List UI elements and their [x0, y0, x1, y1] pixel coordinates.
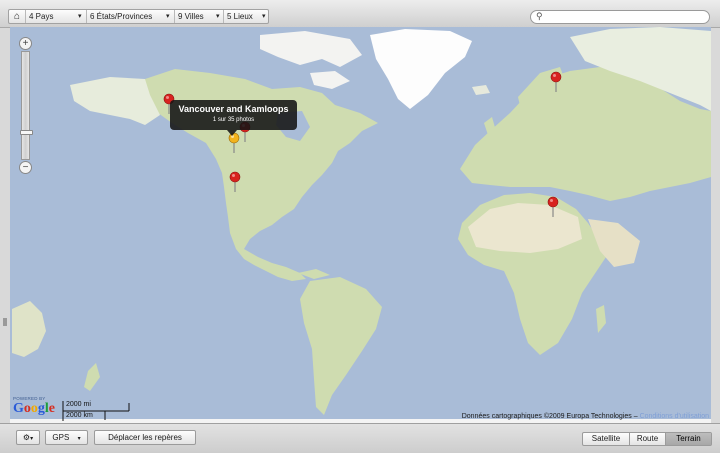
gear-icon: ⚙ — [22, 433, 31, 442]
home-icon: ⌂ — [13, 11, 21, 22]
pin-tooltip: Vancouver and Kamloops 1 sur 35 photos — [170, 100, 297, 130]
terms-link[interactable]: Conditions d'utilisation — [640, 413, 709, 420]
tooltip-arrow — [227, 130, 237, 136]
tooltip-title: Vancouver and Kamloops — [178, 104, 289, 114]
search-input[interactable] — [547, 12, 702, 22]
resize-handle[interactable] — [3, 318, 7, 326]
map-scale: 2000 mi 2000 km — [62, 401, 130, 421]
new-zealand — [84, 363, 100, 391]
bottom-toolbar: ⚙▾ GPS ▾ Déplacer les repères Satellite … — [0, 423, 720, 453]
scale-km: 2000 km — [66, 412, 93, 419]
action-menu-button[interactable]: ⚙▾ — [16, 430, 40, 445]
caret-down-icon: ▾ — [216, 13, 220, 20]
caret-down-icon: ▾ — [78, 13, 82, 20]
gps-button[interactable]: GPS ▾ — [45, 430, 88, 445]
alaska-landmass — [70, 77, 160, 125]
zoom-slider[interactable] — [20, 51, 33, 160]
breadcrumb-countries[interactable]: 4 Pays ▾ — [25, 10, 90, 23]
caret-down-icon: ▾ — [30, 436, 34, 442]
breadcrumb-provinces[interactable]: 6 États/Provinces ▾ — [86, 10, 178, 23]
google-logo[interactable]: Google — [13, 401, 55, 417]
arctic-islands-2 — [310, 71, 350, 89]
madagascar — [596, 305, 606, 333]
gps-label: GPS — [52, 433, 70, 442]
top-toolbar: ⌂ 4 Pays ▾ 6 États/Provinces ▾ 9 Villes … — [0, 0, 720, 28]
arctic-islands — [260, 31, 362, 67]
search-icon: ⚲ — [536, 11, 543, 21]
zoom-control[interactable]: + − — [19, 37, 33, 174]
breadcrumb-provinces-label: 6 États/Provinces — [90, 12, 153, 21]
zoom-slider-thumb[interactable] — [20, 130, 33, 135]
move-pins-button[interactable]: Déplacer les repères — [94, 430, 196, 445]
map-view[interactable]: + − Vancouver and Kamloops 1 sur 35 phot… — [10, 27, 711, 423]
caret-down-icon: ▾ — [262, 13, 266, 20]
zoom-in-button[interactable]: + — [19, 37, 32, 50]
map-pin[interactable] — [549, 71, 563, 93]
breadcrumb-cities[interactable]: 9 Villes ▾ — [174, 10, 227, 23]
iceland — [472, 85, 490, 95]
map-type-satellite[interactable]: Satellite — [583, 433, 630, 445]
tooltip-subtitle: 1 sur 35 photos — [212, 117, 255, 123]
caret-down-icon: ▾ — [77, 436, 81, 442]
breadcrumb-places[interactable]: 5 Lieux ▾ — [223, 10, 272, 23]
scale-miles: 2000 mi — [66, 401, 91, 408]
south-america-landmass — [300, 277, 382, 415]
breadcrumb-cities-label: 9 Villes — [178, 12, 204, 21]
world-map — [10, 27, 711, 423]
map-type-route[interactable]: Route — [630, 433, 666, 445]
map-credits: Données cartographiques ©2009 Europa Tec… — [462, 413, 709, 420]
map-type-terrain[interactable]: Terrain — [666, 433, 711, 445]
caret-down-icon: ▾ — [166, 13, 170, 20]
search-field[interactable]: ⚲ — [530, 10, 710, 24]
breadcrumb-countries-label: 4 Pays — [29, 12, 54, 21]
home-button[interactable]: ⌂ — [9, 10, 25, 23]
greenland-landmass — [370, 29, 472, 109]
zoom-out-button[interactable]: − — [19, 161, 32, 174]
map-type-selector[interactable]: Satellite Route Terrain — [582, 432, 712, 446]
australia-landmass — [12, 301, 46, 357]
map-pin[interactable] — [546, 196, 560, 218]
map-credits-text: Données cartographiques ©2009 Europa Tec… — [461, 413, 638, 420]
breadcrumb: ⌂ 4 Pays ▾ 6 États/Provinces ▾ 9 Villes … — [8, 9, 269, 24]
breadcrumb-places-label: 5 Lieux — [227, 12, 253, 21]
map-pin[interactable] — [228, 171, 242, 193]
